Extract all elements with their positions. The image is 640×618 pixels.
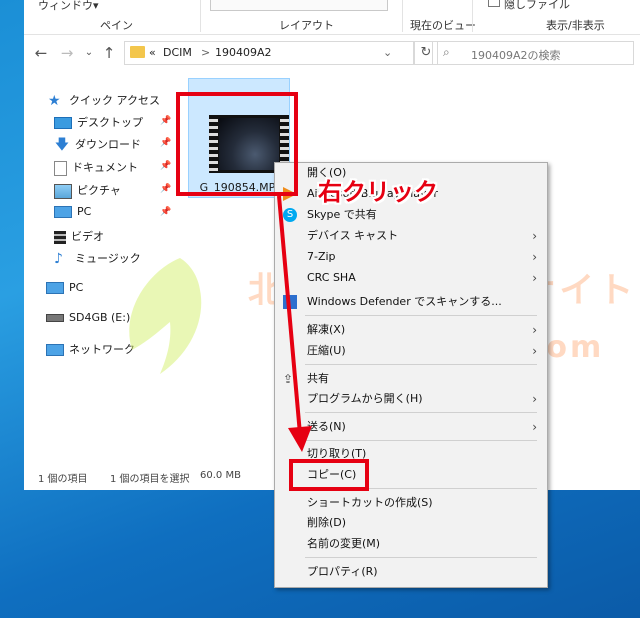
menu-item-device-cast[interactable]: デバイス キャスト (307, 226, 398, 246)
back-arrow-icon[interactable]: ← (32, 44, 50, 62)
right-click-callout: 右クリック (318, 178, 438, 206)
breadcrumb-dcim[interactable]: DCIM (163, 46, 192, 59)
ribbon: ウィンドウ▾ ペイン レイアウト 現在のビュー 隠しファイル 表示/非表示 (24, 0, 640, 35)
pin-icon[interactable]: 📌 (160, 207, 171, 217)
chevron-right-icon: › (532, 344, 537, 358)
menu-item-share[interactable]: 共有 (307, 369, 329, 389)
menu-separator (305, 440, 537, 441)
ribbon-group-current-view: 現在のビュー (410, 19, 476, 32)
chevron-right-icon: › (532, 392, 537, 406)
nav-item-videos[interactable]: ビデオ (54, 228, 104, 246)
chevron-right-icon: › (532, 420, 537, 434)
ribbon-separator (472, 0, 473, 32)
address-bar-row: ← → ⌄ ↑ « DCIM > 190409A2 ⌄ ↻ ⌕ 190409A2… (24, 38, 640, 68)
folder-icon (130, 46, 145, 58)
picture-icon (54, 183, 72, 199)
search-icon: ⌕ (443, 45, 450, 59)
ribbon-group-layout: レイアウト (279, 19, 334, 32)
nav-item-desktop[interactable]: デスクトップ (54, 114, 143, 132)
menu-item-crc-sha[interactable]: CRC SHA (307, 268, 356, 288)
recent-locations-icon[interactable]: ⌄ (80, 44, 98, 62)
menu-item-skype-share[interactable]: Skype で共有 (307, 205, 377, 225)
menu-item-defender-scan[interactable]: Windows Defender でスキャンする... (307, 292, 502, 312)
item-count: 1 個の項目 (38, 474, 88, 485)
ribbon-separator (402, 0, 403, 32)
menu-item-extract[interactable]: 解凍(X) (307, 320, 345, 340)
menu-item-create-shortcut[interactable]: ショートカットの作成(S) (307, 493, 433, 513)
computer-icon (46, 282, 64, 294)
selection-count: 1 個の項目を選択 (110, 474, 190, 485)
up-arrow-icon[interactable]: ↑ (100, 44, 118, 62)
nav-quick-access-label: クイック アクセス (69, 94, 160, 107)
download-icon: 🡇 (54, 136, 70, 153)
chevron-right-icon: › (532, 323, 537, 337)
address-bar[interactable]: « DCIM > 190409A2 ⌄ (124, 41, 414, 65)
breadcrumb-separator-icon[interactable]: > (201, 46, 210, 59)
window-menu[interactable]: ウィンドウ▾ (38, 0, 99, 13)
selection-size: 60.0 MB (200, 470, 241, 481)
nav-item-downloads[interactable]: 🡇 ダウンロード (54, 136, 141, 154)
ribbon-separator (200, 0, 201, 32)
drive-icon (46, 314, 64, 322)
music-icon: ♪ (54, 250, 63, 267)
pin-icon[interactable]: 📌 (160, 138, 171, 148)
ribbon-group-show-hide: 表示/非表示 (546, 19, 605, 32)
share-icon: ⇪ (283, 372, 294, 386)
forward-arrow-icon[interactable]: → (58, 44, 76, 62)
menu-item-open-with[interactable]: プログラムから開く(H) (307, 389, 423, 409)
breadcrumb-overflow[interactable]: « (149, 46, 156, 59)
layout-gallery[interactable] (210, 0, 388, 11)
skype-icon: S (283, 208, 297, 222)
pin-icon[interactable]: 📌 (160, 184, 171, 194)
context-menu: 開く(O) Aiseesoft Blu-ray Player S Skype で… (274, 162, 548, 588)
menu-item-delete[interactable]: 削除(D) (307, 513, 346, 533)
hidden-files-checkbox[interactable] (488, 0, 500, 7)
nav-pc[interactable]: PC (46, 281, 83, 299)
breadcrumb-current-folder[interactable]: 190409A2 (215, 46, 272, 59)
highlight-file-box (176, 92, 298, 196)
defender-shield-icon (283, 295, 297, 309)
star-icon: ★ (48, 92, 61, 109)
nav-item-label: ビデオ (71, 230, 104, 243)
chevron-right-icon: › (532, 229, 537, 243)
pc-icon (54, 206, 72, 218)
menu-item-send-to[interactable]: 送る(N) (307, 417, 346, 437)
nav-item-label: ダウンロード (75, 138, 141, 151)
nav-item-pictures[interactable]: ピクチャ (54, 182, 121, 200)
nav-item-label: PC (77, 205, 92, 218)
search-placeholder: 190409A2の検索 (471, 49, 561, 62)
watermark-logo (129, 258, 202, 374)
address-dropdown-icon[interactable]: ⌄ (383, 46, 392, 59)
nav-item-label: ドキュメント (72, 161, 138, 174)
menu-item-7zip[interactable]: 7-Zip (307, 247, 336, 267)
chevron-right-icon: › (532, 271, 537, 285)
chevron-right-icon: › (532, 250, 537, 264)
menu-separator (305, 315, 537, 316)
network-icon (46, 344, 64, 356)
nav-item-documents[interactable]: ドキュメント (54, 159, 138, 177)
menu-item-rename[interactable]: 名前の変更(M) (307, 534, 380, 554)
desktop-icon (54, 117, 72, 129)
document-icon (54, 160, 67, 176)
video-icon (54, 230, 66, 244)
hidden-files-label: 隠しファイル (504, 0, 570, 11)
menu-separator (305, 557, 537, 558)
pin-icon[interactable]: 📌 (160, 161, 171, 171)
menu-item-properties[interactable]: プロパティ(R) (307, 562, 378, 582)
nav-pc-label: PC (69, 281, 84, 294)
nav-item-label: デスクトップ (77, 116, 143, 129)
menu-separator (305, 364, 537, 365)
highlight-copy-box (289, 459, 369, 491)
menu-item-compress[interactable]: 圧縮(U) (307, 341, 346, 361)
ribbon-group-pane: ペイン (100, 19, 133, 32)
nav-item-label: ピクチャ (77, 184, 121, 197)
pin-icon[interactable]: 📌 (160, 116, 171, 126)
search-box[interactable]: ⌕ 190409A2の検索 (432, 41, 634, 65)
nav-quick-access[interactable]: ★ クイック アクセス (48, 92, 160, 110)
menu-separator (305, 412, 537, 413)
nav-item-pc[interactable]: PC (54, 205, 91, 223)
